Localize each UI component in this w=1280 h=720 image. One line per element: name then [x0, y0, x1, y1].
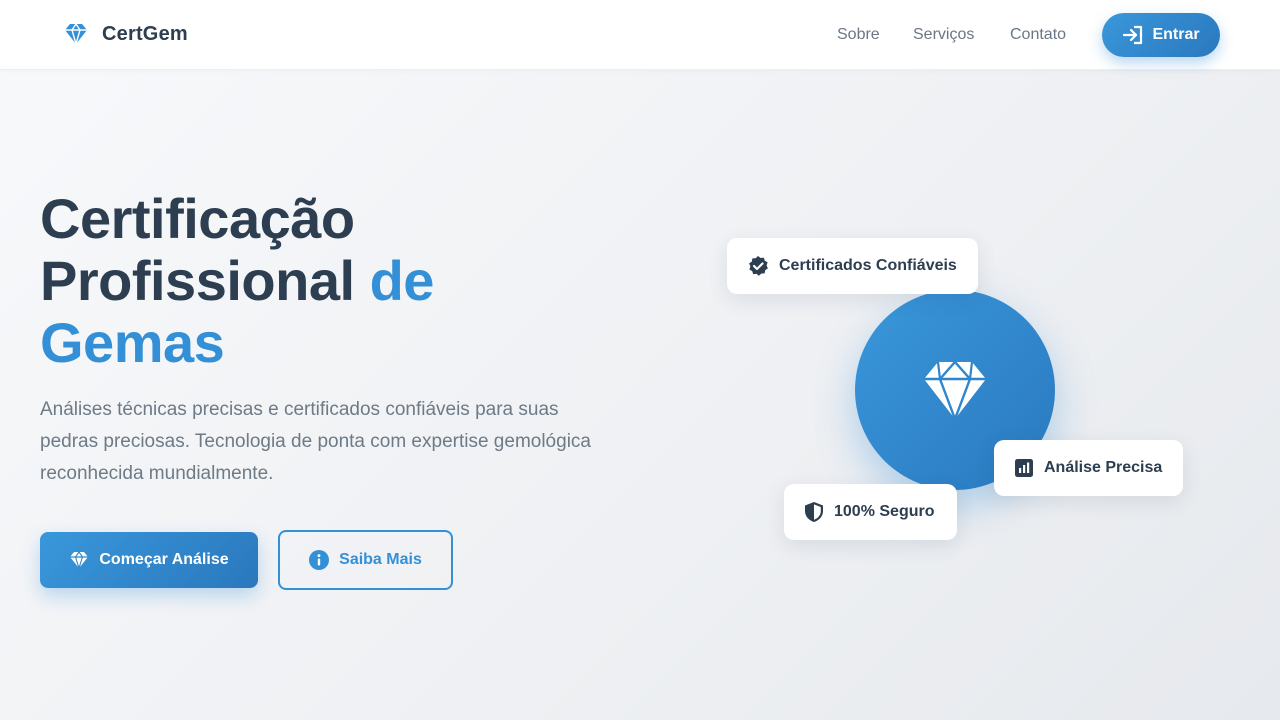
- feature-card-certificates: Certificados Confiáveis: [727, 238, 978, 294]
- brand-logo[interactable]: CertGem: [62, 20, 188, 48]
- nav-link-servicos[interactable]: Serviços: [913, 26, 974, 44]
- nav-link-contato[interactable]: Contato: [1010, 26, 1066, 44]
- login-button-label: Entrar: [1152, 26, 1200, 43]
- learn-more-button[interactable]: Saiba Mais: [278, 530, 453, 590]
- certificate-check-icon: [749, 256, 768, 276]
- gem-icon: [65, 22, 87, 47]
- sign-in-icon: [1123, 25, 1143, 45]
- login-button[interactable]: Entrar: [1102, 13, 1220, 57]
- feature-card-security: 100% Seguro: [784, 484, 957, 540]
- hero-title-line1: Certificação: [40, 187, 355, 250]
- start-analysis-button[interactable]: Começar Análise: [40, 532, 258, 588]
- gem-icon: [924, 360, 986, 421]
- site-header: CertGem Sobre Serviços Contato Entrar: [0, 0, 1280, 70]
- start-analysis-label: Começar Análise: [99, 551, 229, 568]
- feature-card-label: 100% Seguro: [834, 503, 935, 520]
- gem-icon: [70, 551, 89, 569]
- feature-card-precision: Análise Precisa: [994, 440, 1183, 496]
- hero-title-line3: Gemas: [40, 311, 225, 374]
- hero-description: Análises técnicas precisas e certificado…: [40, 399, 591, 484]
- shield-icon: [805, 502, 823, 522]
- brand-name: CertGem: [102, 22, 188, 45]
- learn-more-label: Saiba Mais: [339, 551, 422, 568]
- nav-link-sobre[interactable]: Sobre: [837, 26, 880, 44]
- info-icon: [309, 550, 330, 570]
- hero-title: Certificação Profissional de Gemas: [40, 188, 600, 374]
- hero-title-line2: Profissional: [40, 249, 370, 312]
- feature-card-label: Análise Precisa: [1044, 459, 1163, 476]
- feature-card-label: Certificados Confiáveis: [779, 257, 957, 274]
- chart-icon: [1015, 459, 1033, 477]
- hero-title-accent-de: de: [369, 249, 435, 312]
